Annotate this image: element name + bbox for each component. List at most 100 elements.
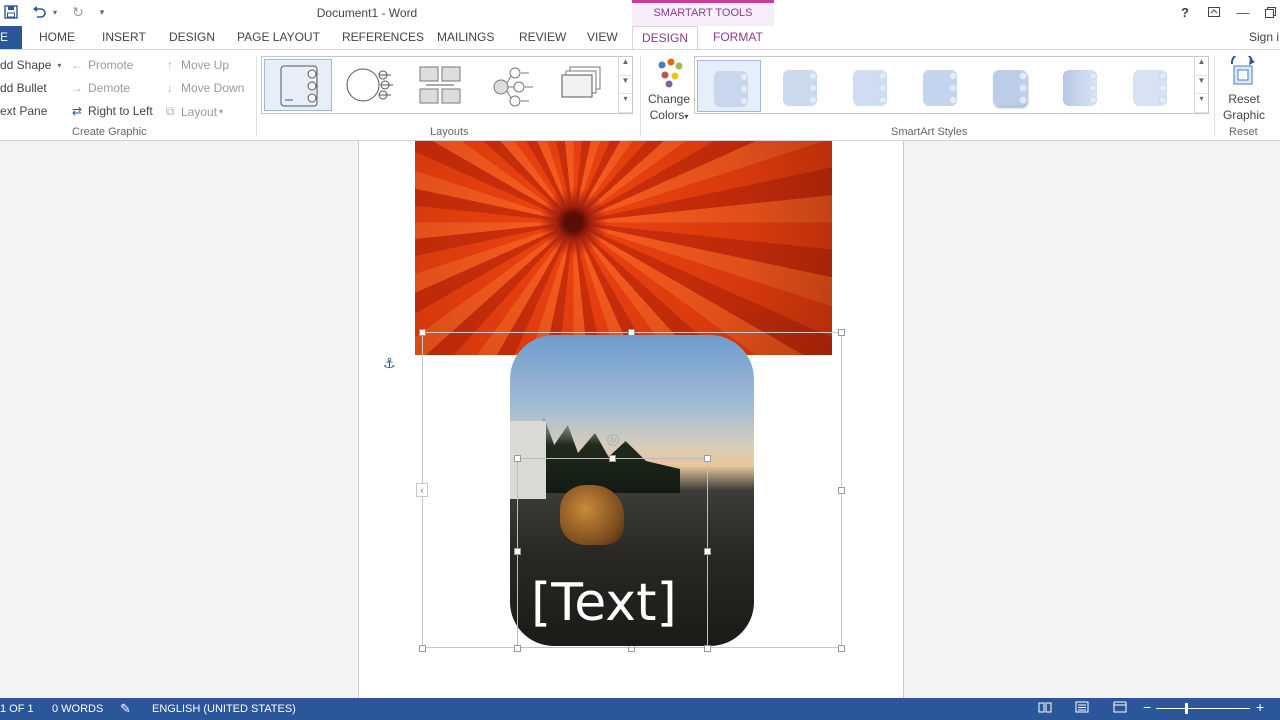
resize-handle[interactable]: [704, 548, 711, 555]
minimize-icon[interactable]: —: [1233, 3, 1253, 21]
resize-handle[interactable]: [514, 645, 521, 652]
anchor-icon[interactable]: ⚓: [383, 355, 396, 372]
text-placeholder[interactable]: [Text]: [531, 572, 677, 634]
smartart-style-option[interactable]: [1047, 60, 1111, 112]
resize-handle[interactable]: [514, 455, 521, 462]
tab-page-layout[interactable]: PAGE LAYOUT: [237, 30, 320, 44]
move-down-label: Move Down: [181, 81, 245, 95]
restore-icon[interactable]: [1260, 3, 1280, 21]
print-layout-icon[interactable]: [1075, 701, 1089, 716]
move-up-button[interactable]: ↑ Move Up: [163, 58, 229, 72]
layouts-group-label: Layouts: [430, 126, 469, 138]
tab-view[interactable]: VIEW: [587, 30, 618, 44]
tab-references[interactable]: REFERENCES: [342, 30, 424, 44]
move-down-button[interactable]: ↓ Move Down: [163, 81, 244, 95]
layout-icon: ⧉: [165, 104, 175, 118]
layout-button[interactable]: ⧉ Layout ▾: [163, 104, 223, 119]
tab-file[interactable]: E: [0, 26, 22, 50]
sign-in-link[interactable]: Sign i: [1249, 30, 1279, 44]
scroll-up-icon[interactable]: ▲: [1195, 57, 1208, 76]
ribbon-display-options-icon[interactable]: [1204, 3, 1224, 21]
layout-option[interactable]: [477, 59, 545, 111]
tab-mailings[interactable]: MAILINGS: [437, 30, 494, 44]
text-pane-button[interactable]: ext Pane: [0, 104, 47, 118]
tab-review[interactable]: REVIEW: [519, 30, 566, 44]
scroll-up-icon[interactable]: ▲: [619, 57, 632, 76]
proofing-icon[interactable]: ✎: [120, 701, 131, 717]
resize-handle[interactable]: [514, 548, 521, 555]
arrow-left-icon: ←: [71, 58, 83, 72]
zoom-slider[interactable]: [1156, 708, 1250, 709]
tab-insert[interactable]: INSERT: [102, 30, 146, 44]
reset-graphic-label-2: Graphic: [1222, 108, 1266, 122]
add-bullet-label: dd Bullet: [0, 81, 47, 95]
zoom-out-icon[interactable]: −: [1143, 699, 1151, 715]
resize-handle[interactable]: [838, 487, 845, 494]
smartart-style-option[interactable]: [697, 60, 761, 112]
title-bar: ▾ ↻ ▾ Document1 - Word SMARTART TOOLS ? …: [0, 0, 1280, 26]
tab-smartart-format[interactable]: FORMAT: [713, 30, 763, 44]
gallery-more-icon[interactable]: ▾: [1195, 94, 1208, 113]
gallery-more-icon[interactable]: ▾: [619, 94, 632, 113]
change-colors-button[interactable]: Change Colors▾: [645, 54, 693, 124]
scroll-down-icon[interactable]: ▼: [1195, 76, 1208, 95]
smartart-style-option[interactable]: [977, 60, 1041, 112]
zoom-slider-thumb[interactable]: [1185, 703, 1188, 714]
right-to-left-button[interactable]: ⇄ Right to Left: [70, 104, 153, 118]
layout-option[interactable]: [264, 59, 332, 111]
styles-gallery-scroll[interactable]: ▲ ▼ ▾: [1194, 57, 1208, 113]
group-separator: [1214, 56, 1215, 136]
smartart-tools-group: SMARTART TOOLS: [632, 0, 774, 26]
resize-handle[interactable]: [838, 329, 845, 336]
layouts-gallery-scroll[interactable]: ▲ ▼ ▾: [618, 57, 632, 113]
resize-handle[interactable]: [419, 329, 426, 336]
smartart-style-option[interactable]: [1117, 60, 1181, 112]
promote-label: Promote: [88, 58, 134, 72]
smartart-style-option[interactable]: [767, 60, 831, 112]
web-layout-icon[interactable]: [1113, 701, 1127, 716]
demote-button[interactable]: → Demote: [70, 81, 130, 95]
chevron-down-icon: ▾: [219, 107, 224, 116]
resize-handle[interactable]: [838, 645, 845, 652]
demote-label: Demote: [88, 81, 131, 95]
create-graphic-group-label: Create Graphic: [72, 126, 147, 138]
rotate-handle-icon[interactable]: ↻: [607, 434, 619, 446]
resize-handle[interactable]: [419, 645, 426, 652]
text-pane-label: ext Pane: [0, 104, 48, 118]
flower-image[interactable]: [415, 141, 832, 355]
resize-handle[interactable]: [609, 455, 616, 462]
document-title: Document1 - Word: [316, 6, 418, 20]
ribbon-tab-bar: E HOME INSERT DESIGN PAGE LAYOUT REFEREN…: [0, 26, 1280, 51]
add-shape-label: dd Shape: [0, 58, 52, 72]
promote-button[interactable]: ← Promote: [70, 58, 133, 72]
add-shape-button[interactable]: dd Shape ▾: [0, 58, 61, 72]
text-pane-expand-icon[interactable]: ‹: [416, 483, 428, 497]
tab-design[interactable]: DESIGN: [169, 30, 215, 44]
smartart-style-option[interactable]: [907, 60, 971, 112]
right-to-left-label: Right to Left: [88, 104, 153, 118]
smartart-styles-group-label: SmartArt Styles: [891, 126, 968, 138]
zoom-in-icon[interactable]: +: [1256, 699, 1264, 715]
resize-handle[interactable]: [704, 455, 711, 462]
language-indicator[interactable]: ENGLISH (UNITED STATES): [152, 703, 296, 715]
color-palette-icon: [658, 58, 683, 88]
smartart-styles-gallery[interactable]: ▲ ▼ ▾: [694, 56, 1209, 114]
move-up-label: Move Up: [181, 58, 230, 72]
layout-option[interactable]: [548, 59, 616, 111]
layout-option[interactable]: [406, 59, 474, 111]
add-bullet-button[interactable]: dd Bullet: [0, 81, 47, 95]
read-mode-icon[interactable]: [1038, 701, 1052, 716]
change-colors-label: Change: [647, 92, 691, 106]
tab-smartart-design[interactable]: DESIGN: [632, 26, 698, 51]
smartart-style-option[interactable]: [837, 60, 901, 112]
help-icon[interactable]: ?: [1175, 3, 1195, 21]
group-separator: [256, 56, 257, 136]
scroll-down-icon[interactable]: ▼: [619, 76, 632, 95]
resize-handle[interactable]: [704, 645, 711, 652]
tab-home[interactable]: HOME: [39, 30, 75, 44]
layouts-gallery[interactable]: ▲ ▼ ▾: [261, 56, 633, 114]
layout-option[interactable]: [335, 59, 403, 111]
page-count[interactable]: 1 OF 1: [0, 703, 34, 715]
word-count[interactable]: 0 WORDS: [52, 703, 103, 715]
reset-graphic-button[interactable]: Reset Graphic: [1218, 54, 1270, 124]
